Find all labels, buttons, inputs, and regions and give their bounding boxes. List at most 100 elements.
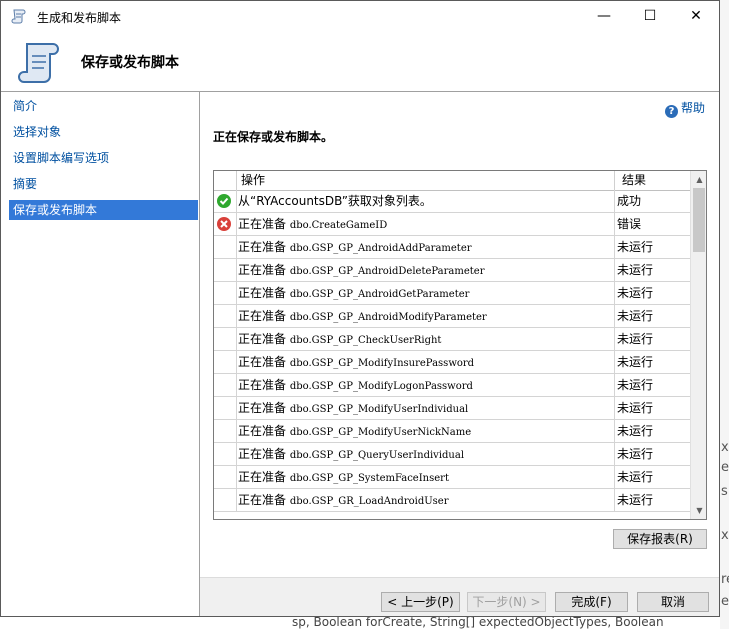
scroll-icon <box>18 43 59 83</box>
next-button[interactable]: 下一步(N) > <box>467 592 546 612</box>
table-row[interactable]: 正在准备 dbo.GSP_GP_ModifyLogonPassword 未运行 <box>214 374 690 397</box>
scroll-down-arrow-icon[interactable]: ▼ <box>691 502 706 519</box>
result-cell: 未运行 <box>614 374 690 396</box>
object-name: dbo.GSP_GP_ModifyInsurePassword <box>289 358 475 369</box>
operation-prefix: 正在准备 <box>238 309 290 323</box>
operation-prefix: 正在准备 <box>238 355 290 369</box>
table-row[interactable]: 正在准备 dbo.GSP_GP_AndroidAddParameter 未运行 <box>214 236 690 259</box>
row-status-cell <box>214 489 236 511</box>
row-status-cell <box>214 328 236 350</box>
script-app-icon <box>11 9 26 24</box>
maximize-button[interactable]: ☐ <box>627 1 673 32</box>
operation-cell: 正在准备 dbo.GSP_GP_AndroidModifyParameter <box>236 305 614 327</box>
result-cell: 未运行 <box>614 397 690 419</box>
result-cell: 错误 <box>614 213 690 235</box>
operation-cell: 正在准备 dbo.GSP_GP_AndroidDeleteParameter <box>236 259 614 281</box>
background-text: xc <box>721 440 729 455</box>
operation-prefix: 正在准备 <box>238 263 290 277</box>
table-row[interactable]: 正在准备 dbo.GSP_GP_ModifyUserNickName 未运行 <box>214 420 690 443</box>
operation-cell: 正在准备 dbo.GSP_GP_ModifyInsurePassword <box>236 351 614 373</box>
wizard-footer: < 上一步(P) 下一步(N) > 完成(F) 取消 <box>200 578 719 616</box>
nav-item-save-or-publish[interactable]: 保存或发布脚本 <box>9 200 198 220</box>
operation-prefix: 正在准备 <box>238 447 290 461</box>
table-row[interactable]: 正在准备 dbo.GSP_GP_QueryUserIndividual 未运行 <box>214 443 690 466</box>
table-row[interactable]: 正在准备 dbo.GSP_GP_ModifyInsurePassword 未运行 <box>214 351 690 374</box>
nav-item-intro[interactable]: 简介 <box>9 96 198 116</box>
result-cell: 成功 <box>614 190 690 212</box>
result-cell: 未运行 <box>614 305 690 327</box>
finish-button[interactable]: 完成(F) <box>555 592 628 612</box>
help-label: 帮助 <box>681 101 706 115</box>
result-cell: 未运行 <box>614 443 690 465</box>
vertical-scrollbar[interactable]: ▲ ▼ <box>690 171 706 519</box>
operation-prefix: 正在准备 <box>238 240 290 254</box>
row-status-cell <box>214 374 236 396</box>
background-text: re <box>721 572 729 587</box>
result-cell: 未运行 <box>614 351 690 373</box>
background-text: ex <box>721 594 729 609</box>
nav-item-select-objects[interactable]: 选择对象 <box>9 122 198 142</box>
table-row[interactable]: 正在准备 dbo.GSP_GP_AndroidGetParameter 未运行 <box>214 282 690 305</box>
wizard-header: 保存或发布脚本 <box>1 32 719 92</box>
operation-cell: 正在准备 dbo.GSP_GR_LoadAndroidUser <box>236 489 614 511</box>
title-bar: 生成和发布脚本 — ☐ ✕ <box>1 1 719 32</box>
row-status-cell <box>214 397 236 419</box>
table-row[interactable]: 从“RYAccountsDB”获取对象列表。 成功 <box>214 190 690 213</box>
help-link[interactable]: ? 帮助 <box>665 99 705 118</box>
operation-cell: 正在准备 dbo.GSP_GP_ModifyUserIndividual <box>236 397 614 419</box>
object-name: dbo.GSP_GR_LoadAndroidUser <box>289 496 449 507</box>
error-x-icon <box>214 213 236 235</box>
operation-prefix: 正在准备 <box>238 378 290 392</box>
operation-prefix: 正在准备 <box>238 217 290 231</box>
previous-button[interactable]: < 上一步(P) <box>381 592 460 612</box>
operation-prefix: 正在准备 <box>238 332 290 346</box>
column-header-operation[interactable]: 操作 <box>236 171 614 190</box>
table-row[interactable]: 正在准备 dbo.CreateGameID 错误 <box>214 213 690 236</box>
scroll-up-arrow-icon[interactable]: ▲ <box>691 171 706 188</box>
grid-header: 操作 结果 <box>214 171 690 191</box>
nav-item-scripting-options[interactable]: 设置脚本编写选项 <box>9 148 198 168</box>
row-status-cell <box>214 466 236 488</box>
scroll-thumb[interactable] <box>693 188 705 252</box>
row-status-cell <box>214 259 236 281</box>
background-text: s <box>721 484 728 499</box>
table-row[interactable]: 正在准备 dbo.GSP_GP_CheckUserRight 未运行 <box>214 328 690 351</box>
result-cell: 未运行 <box>614 466 690 488</box>
wizard-nav: 简介 选择对象 设置脚本编写选项 摘要 保存或发布脚本 <box>1 92 200 616</box>
row-status-cell <box>214 236 236 258</box>
operation-cell: 正在准备 dbo.GSP_GP_AndroidGetParameter <box>236 282 614 304</box>
object-name: dbo.GSP_GP_QueryUserIndividual <box>289 450 465 461</box>
window-title: 生成和发布脚本 <box>37 11 122 25</box>
dialog-window: 生成和发布脚本 — ☐ ✕ 保存或发布脚本 简介 选择对象 设置脚本编写选项 摘… <box>0 0 720 617</box>
object-name: dbo.GSP_GP_CheckUserRight <box>289 335 442 346</box>
close-button[interactable]: ✕ <box>673 1 719 32</box>
nav-item-summary[interactable]: 摘要 <box>9 174 198 194</box>
operation-cell: 正在准备 dbo.GSP_GP_CheckUserRight <box>236 328 614 350</box>
save-report-button[interactable]: 保存报表(R) <box>613 529 707 549</box>
background-code-line: sp, Boolean forCreate, String[] expected… <box>292 615 664 629</box>
operation-cell: 正在准备 dbo.GSP_GP_AndroidAddParameter <box>236 236 614 258</box>
cancel-button[interactable]: 取消 <box>637 592 709 612</box>
table-row[interactable]: 正在准备 dbo.GSP_GP_AndroidDeleteParameter 未运… <box>214 259 690 282</box>
content-panel: ? 帮助 正在保存或发布脚本。 操作 结果 从“RYAccountsDB”获取对象… <box>200 92 719 577</box>
operation-cell: 正在准备 dbo.GSP_GP_ModifyLogonPassword <box>236 374 614 396</box>
result-cell: 未运行 <box>614 282 690 304</box>
row-status-cell <box>214 351 236 373</box>
object-name: dbo.GSP_GP_AndroidDeleteParameter <box>289 266 485 277</box>
background-text: ef <box>721 460 729 475</box>
minimize-button[interactable]: — <box>581 1 627 32</box>
object-name: dbo.GSP_GP_AndroidGetParameter <box>289 289 470 300</box>
table-row[interactable]: 正在准备 dbo.GSP_GP_SystemFaceInsert 未运行 <box>214 466 690 489</box>
table-row[interactable]: 正在准备 dbo.GSP_GP_AndroidModifyParameter 未运… <box>214 305 690 328</box>
results-grid: 操作 结果 从“RYAccountsDB”获取对象列表。 成功 正在准备 dbo.C… <box>213 170 707 520</box>
background-text: xc <box>721 528 729 543</box>
table-row[interactable]: 正在准备 dbo.GSP_GP_ModifyUserIndividual 未运行 <box>214 397 690 420</box>
object-name: dbo.GSP_GP_ModifyUserNickName <box>289 427 472 438</box>
table-row[interactable]: 正在准备 dbo.GSP_GR_LoadAndroidUser 未运行 <box>214 489 690 512</box>
page-title: 保存或发布脚本 <box>81 55 179 71</box>
object-name: dbo.GSP_GP_AndroidAddParameter <box>289 243 472 254</box>
column-header-result[interactable]: 结果 <box>614 171 690 190</box>
operation-cell: 正在准备 dbo.GSP_GP_SystemFaceInsert <box>236 466 614 488</box>
status-message: 正在保存或发布脚本。 <box>213 130 334 144</box>
object-name: dbo.GSP_GP_SystemFaceInsert <box>289 473 449 484</box>
